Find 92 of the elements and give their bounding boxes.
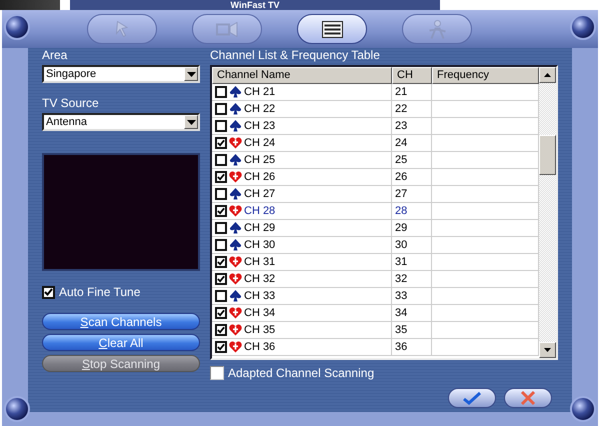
checkbox[interactable] <box>215 307 227 319</box>
channel-name: CH 35 <box>244 324 276 336</box>
auto-fine-tune-label: Auto Fine Tune <box>59 285 140 299</box>
window-title: WinFast TV <box>230 0 280 10</box>
channel-name: CH 36 <box>244 341 276 353</box>
channel-number: 21 <box>395 86 408 98</box>
checkbox[interactable] <box>210 366 224 380</box>
spade-icon <box>229 188 242 200</box>
scroll-down-icon[interactable] <box>539 342 556 358</box>
button: Stop Scanning <box>42 355 200 372</box>
figure-icon <box>428 20 446 38</box>
heart-icon <box>229 171 242 183</box>
heart-icon <box>229 324 242 336</box>
channel-name: CH 31 <box>244 256 276 268</box>
checkbox[interactable] <box>42 286 55 298</box>
area-dropdown[interactable]: Singapore <box>42 65 200 83</box>
spade-icon <box>229 239 242 251</box>
ok-button[interactable] <box>448 388 496 408</box>
channel-number: 35 <box>395 324 408 336</box>
scroll-up-icon[interactable] <box>539 67 556 83</box>
column-header[interactable]: CH <box>392 67 432 84</box>
tab[interactable] <box>297 14 367 44</box>
heart-icon <box>229 341 242 353</box>
channel-number: 25 <box>395 154 408 166</box>
channel-number: 34 <box>395 307 408 319</box>
checkbox[interactable] <box>215 273 227 285</box>
area-label: Area <box>42 48 68 62</box>
checkbox[interactable] <box>215 222 227 234</box>
tv-source-label: TV Source <box>42 96 99 110</box>
channel-name: CH 28 <box>244 205 276 217</box>
heart-icon <box>229 273 242 285</box>
pointer-icon <box>116 21 128 37</box>
scrollbar[interactable] <box>539 67 556 358</box>
checkbox[interactable] <box>215 188 227 200</box>
button[interactable]: Clear All <box>42 334 200 351</box>
channel-name: CH 30 <box>244 239 276 251</box>
channel-name: CH 32 <box>244 273 276 285</box>
channel-number: 33 <box>395 290 408 302</box>
channel-number: 23 <box>395 120 408 132</box>
channel-number: 36 <box>395 341 408 353</box>
channel-name: CH 33 <box>244 290 276 302</box>
channel-name: CH 21 <box>244 86 276 98</box>
channel-name: CH 29 <box>244 222 276 234</box>
channel-number: 31 <box>395 256 408 268</box>
checkbox[interactable] <box>215 154 227 166</box>
button[interactable]: Scan Channels <box>42 313 200 330</box>
channel-number: 24 <box>395 137 408 149</box>
checkbox[interactable] <box>215 120 227 132</box>
checkbox[interactable] <box>215 290 227 302</box>
checkbox[interactable] <box>215 137 227 149</box>
list-icon <box>322 20 342 38</box>
channel-number: 26 <box>395 171 408 183</box>
channel-name: CH 25 <box>244 154 276 166</box>
channel-table-title: Channel List & Frequency Table <box>210 48 380 62</box>
channel-name: CH 27 <box>244 188 276 200</box>
scroll-thumb[interactable] <box>539 135 556 175</box>
spade-icon <box>229 154 242 166</box>
channel-number: 32 <box>395 273 408 285</box>
channel-number: 22 <box>395 103 408 115</box>
spade-icon <box>229 86 242 98</box>
heart-icon <box>229 137 242 149</box>
channel-name: CH 23 <box>244 120 276 132</box>
spade-icon <box>229 222 242 234</box>
channel-number: 29 <box>395 222 408 234</box>
checkbox[interactable] <box>215 256 227 268</box>
spade-icon <box>229 103 242 115</box>
checkbox[interactable] <box>215 86 227 98</box>
spade-icon <box>229 290 242 302</box>
channel-name: CH 24 <box>244 137 276 149</box>
heart-icon <box>229 256 242 268</box>
checkbox[interactable] <box>215 171 227 183</box>
checkbox[interactable] <box>215 103 227 115</box>
column-header[interactable]: Channel Name <box>212 67 392 84</box>
heart-icon <box>229 205 242 217</box>
channel-name: CH 22 <box>244 103 276 115</box>
spade-icon <box>229 120 242 132</box>
checkbox[interactable] <box>215 205 227 217</box>
cancel-button[interactable] <box>504 388 552 408</box>
checkbox[interactable] <box>215 324 227 336</box>
column-header[interactable]: Frequency <box>432 67 539 84</box>
tv-source-dropdown[interactable]: Antenna <box>42 113 200 131</box>
channel-number: 27 <box>395 188 408 200</box>
channel-number: 30 <box>395 239 408 251</box>
checkbox[interactable] <box>215 341 227 353</box>
heart-icon <box>229 307 242 319</box>
adapted-channel-scanning-label: Adapted Channel Scanning <box>228 366 374 380</box>
channel-name: CH 26 <box>244 171 276 183</box>
check-icon <box>461 390 483 406</box>
channel-number: 28 <box>395 205 408 217</box>
checkbox[interactable] <box>215 239 227 251</box>
channel-name: CH 34 <box>244 307 276 319</box>
camera-icon <box>216 22 238 36</box>
